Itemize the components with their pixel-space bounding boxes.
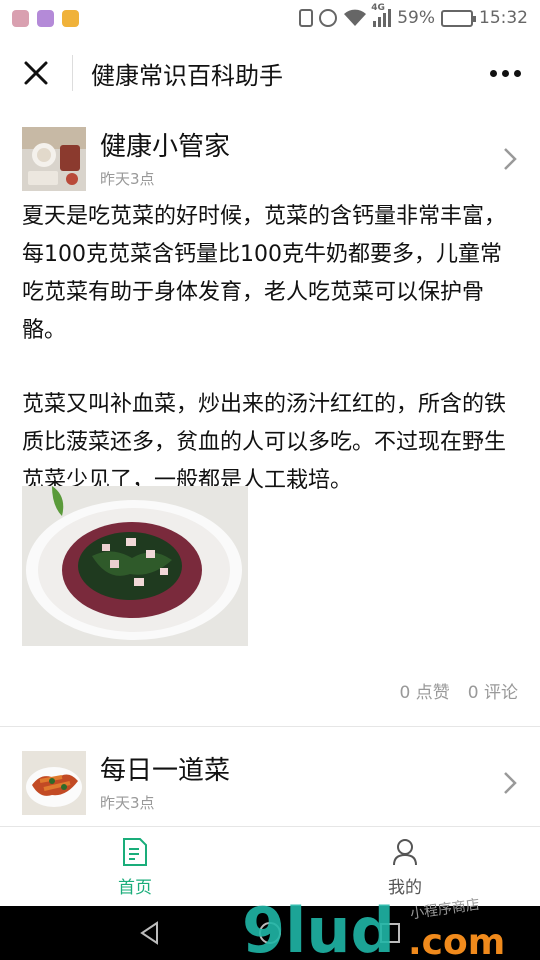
- document-icon: [123, 838, 147, 866]
- tab-bar: 首页 我的: [0, 826, 540, 906]
- back-icon[interactable]: [137, 920, 163, 946]
- app-header: 健康常识百科助手: [0, 38, 540, 108]
- post-content: 夏天是吃苋菜的好时候，苋菜的含钙量非常丰富，每100克苋菜含钙量比100克牛奶都…: [22, 198, 518, 500]
- author-avatar: [22, 127, 86, 191]
- like-count[interactable]: 0 点赞: [400, 678, 450, 703]
- chevron-right-icon: [500, 768, 520, 798]
- more-button[interactable]: [470, 38, 540, 108]
- user-icon: [393, 839, 417, 866]
- vibrate-icon: [299, 9, 314, 27]
- post-paragraph: 夏天是吃苋菜的好时候，苋菜的含钙量非常丰富，每100克苋菜含钙量比100克牛奶都…: [22, 204, 507, 343]
- post-time: 昨天3点: [100, 793, 155, 812]
- app-notification-icon: [12, 9, 29, 27]
- author-avatar: [22, 751, 86, 815]
- network-type: 4G: [371, 3, 385, 13]
- post-time: 昨天3点: [100, 169, 155, 188]
- home-icon[interactable]: [257, 920, 283, 946]
- close-button[interactable]: [0, 38, 72, 108]
- header-divider: [72, 55, 73, 91]
- section-divider: [0, 726, 540, 727]
- post-stats: 0 点赞 0 评论: [400, 678, 518, 703]
- page-title: 健康常识百科助手: [91, 61, 283, 90]
- next-post-author-row[interactable]: 每日一道菜 昨天3点: [22, 750, 520, 816]
- tab-home[interactable]: 首页: [0, 827, 270, 906]
- tab-me[interactable]: 我的: [270, 827, 540, 906]
- notification-icons: [12, 9, 79, 27]
- author-name: 每日一道菜: [100, 755, 231, 786]
- tab-label: 我的: [388, 878, 422, 898]
- close-icon: [24, 61, 48, 85]
- battery-percent: 59%: [397, 8, 435, 28]
- signal-icon: 4G: [371, 3, 392, 27]
- recents-icon[interactable]: [377, 920, 403, 946]
- author-name: 健康小管家: [100, 131, 231, 162]
- system-nav-bar: [0, 906, 540, 960]
- tab-label: 首页: [118, 878, 152, 898]
- shop-notification-icon: [62, 9, 79, 27]
- post-image[interactable]: [22, 486, 248, 646]
- status-bar: 4G 59% 15:32: [0, 0, 540, 36]
- battery-icon: [441, 9, 476, 27]
- post-paragraph: 苋菜又叫补血菜，炒出来的汤汁红红的，所含的铁质比菠菜还多，贫血的人可以多吃。不过…: [22, 392, 507, 493]
- alarm-icon: [319, 9, 338, 27]
- comment-count[interactable]: 0 评论: [468, 678, 518, 703]
- clock: 15:32: [479, 8, 528, 28]
- more-dots-icon: [489, 69, 497, 77]
- post-author-row[interactable]: 健康小管家 昨天3点: [22, 126, 520, 192]
- chevron-right-icon: [500, 144, 520, 174]
- wifi-icon: [344, 9, 367, 26]
- gallery-notification-icon: [37, 9, 54, 27]
